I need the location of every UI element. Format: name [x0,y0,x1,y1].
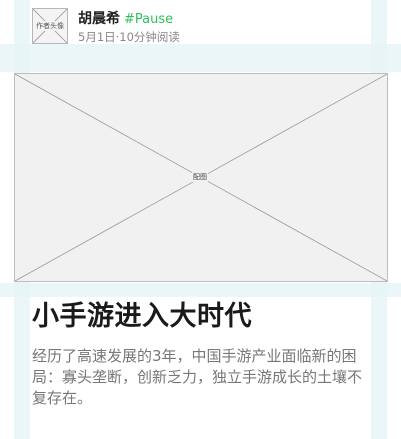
article-summary: 经历了高速发展的3年，中国手游产业面临新的困局：寡头垄断，创新乏力，独立手游成长… [32,347,363,407]
author-name[interactable]: 胡晨希 [78,10,120,28]
cover-image-label: 配图 [192,172,208,182]
article-card[interactable]: 作者头像 胡晨希 #Pause 5月1日·10分钟阅读 配图 小手游进入大时代 … [0,0,401,439]
avatar-label: 作者头像 [33,21,67,31]
topic-tag[interactable]: #Pause [124,11,173,29]
article-title[interactable]: 小手游进入大时代 [32,298,252,336]
author-avatar[interactable]: 作者头像 [32,8,68,44]
cover-image[interactable]: 配图 [14,73,388,282]
post-meta: 5月1日·10分钟阅读 [78,30,180,44]
